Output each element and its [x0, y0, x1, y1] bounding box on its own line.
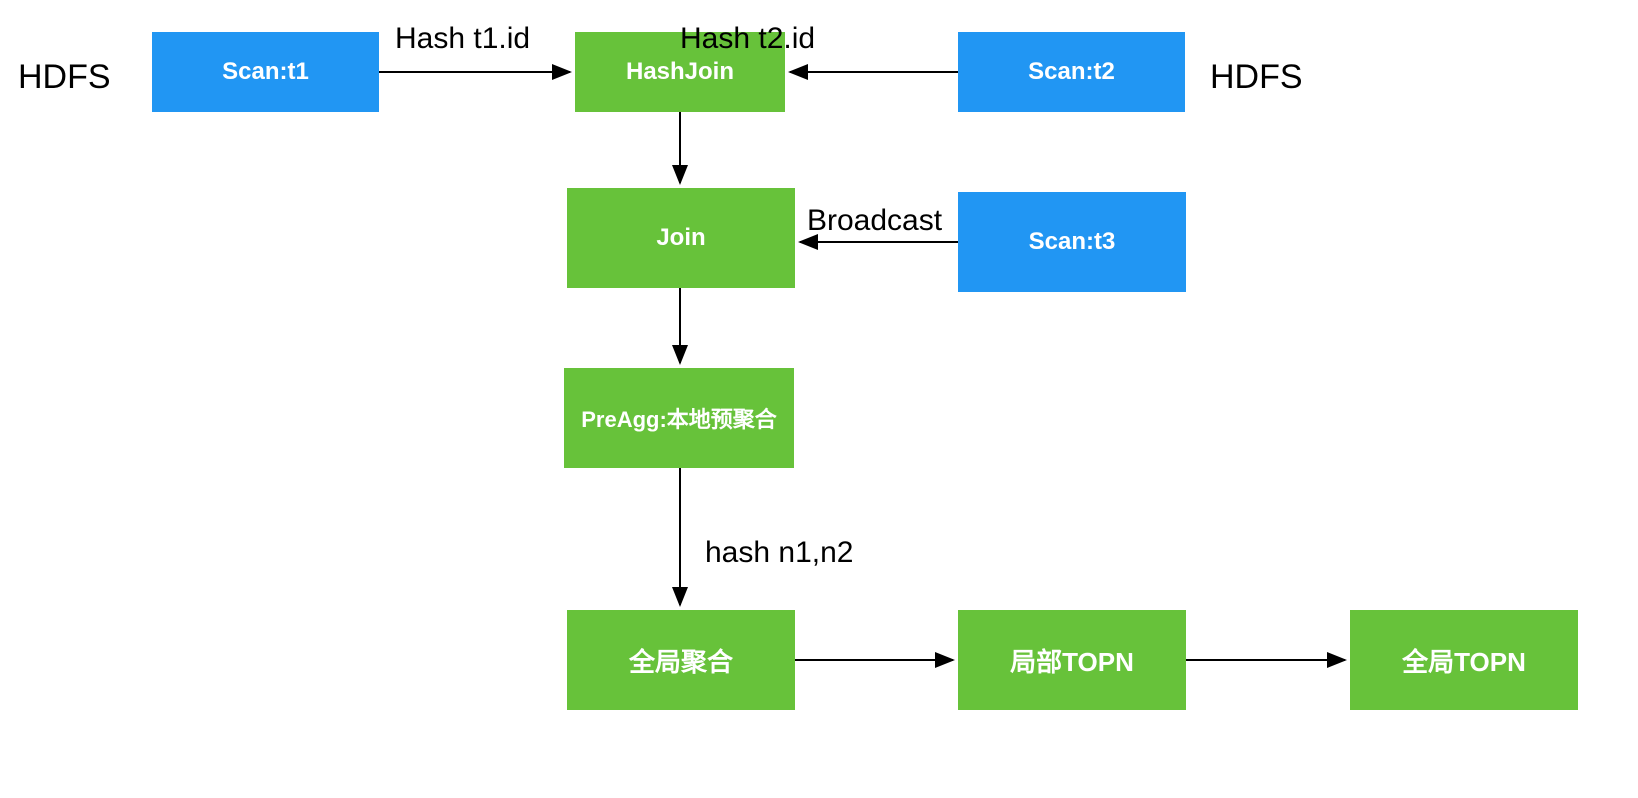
edge-label-hash-t2-id: Hash t2.id	[680, 22, 815, 56]
node-scan-t3: Scan:t3	[958, 192, 1186, 292]
node-local-topn: 局部TOPN	[958, 610, 1186, 710]
hdfs-right-label: HDFS	[1210, 58, 1303, 97]
node-scan-t2: Scan:t2	[958, 32, 1185, 112]
hdfs-left-label: HDFS	[18, 58, 111, 97]
edge-label-hash-n1n2: hash n1,n2	[705, 536, 853, 570]
node-global-agg: 全局聚合	[567, 610, 795, 710]
node-global-topn: 全局TOPN	[1350, 610, 1578, 710]
edge-label-hash-t1-id: Hash t1.id	[395, 22, 530, 56]
node-scan-t1: Scan:t1	[152, 32, 379, 112]
node-preagg: PreAgg:本地预聚合	[564, 368, 794, 468]
node-join: Join	[567, 188, 795, 288]
edge-label-broadcast: Broadcast	[807, 204, 942, 238]
